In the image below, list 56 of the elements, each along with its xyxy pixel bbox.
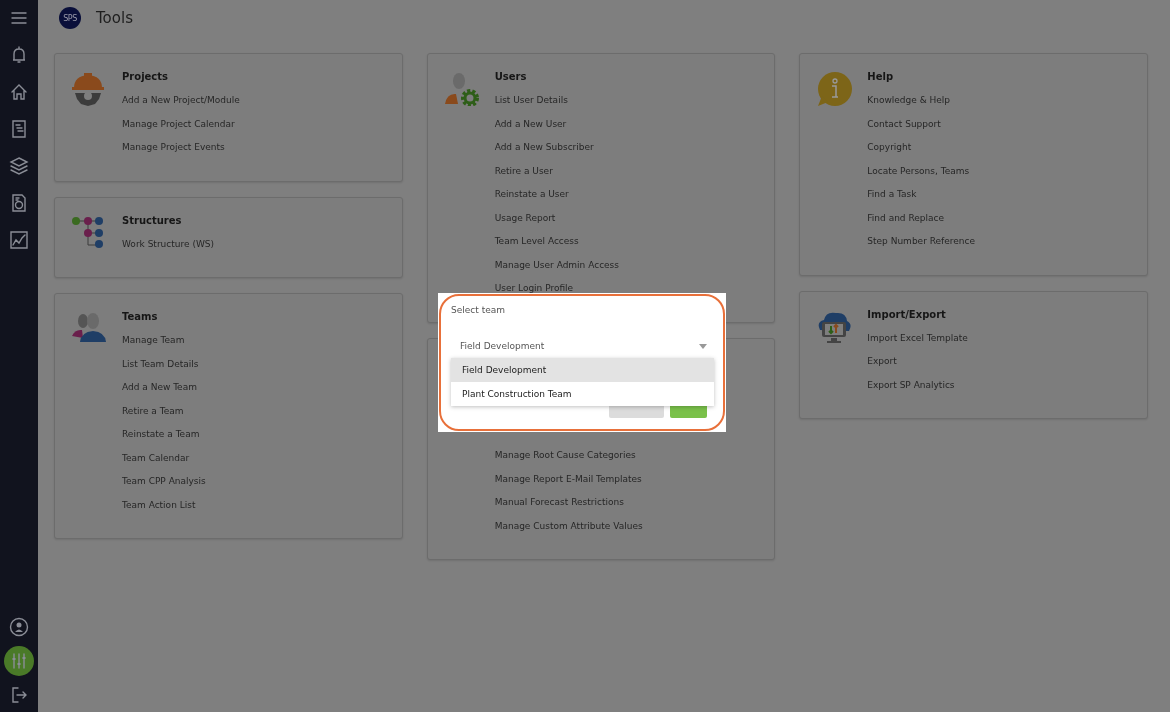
team-icon (71, 312, 107, 344)
tool-link[interactable]: Reinstate a User (494, 183, 759, 207)
tool-link[interactable]: Team Calendar (122, 446, 386, 470)
tool-link[interactable]: Usage Report (494, 206, 759, 230)
tool-link[interactable]: Add a New Project/Module (122, 89, 386, 113)
page-title: Tools (96, 9, 133, 27)
tool-link[interactable]: Work Structure (WS) (122, 232, 386, 256)
tool-link[interactable]: List Team Details (122, 352, 386, 376)
dialog-title: Select team (451, 305, 505, 315)
user-gear-icon (443, 72, 480, 106)
tool-link[interactable]: Manual Forecast Restrictions (494, 491, 759, 515)
tool-link[interactable]: Manage Root Cause Categories (494, 444, 759, 468)
tool-link[interactable]: Export SP Analytics (867, 373, 1131, 397)
tool-link[interactable]: Import Excel Template (867, 326, 1131, 350)
sliders-button[interactable] (4, 646, 34, 676)
tool-link[interactable]: Find a Task (867, 183, 1131, 207)
tool-link[interactable]: Manage Report E-Mail Templates (494, 467, 759, 491)
user-icon[interactable] (8, 616, 30, 638)
info-bubble-icon (816, 72, 853, 108)
tool-link[interactable]: Export (867, 350, 1131, 374)
line-chart-icon[interactable] (8, 229, 30, 251)
card-title: Users (494, 70, 528, 84)
tool-link[interactable]: Retire a Team (122, 399, 386, 423)
hardhat-gear-icon (71, 72, 105, 108)
sliders-icon (10, 652, 28, 670)
card-title: Import/Export (867, 307, 947, 322)
tool-link[interactable]: Manage Project Events (122, 136, 386, 160)
tool-link[interactable]: Step Number Reference (867, 230, 1131, 254)
tool-link[interactable]: Reinstate a Team (122, 423, 386, 447)
tool-link[interactable]: Add a New Subscriber (494, 136, 759, 160)
card-title: Teams (122, 310, 159, 324)
tool-link[interactable]: Manage User Admin Access (494, 253, 759, 277)
tool-link[interactable]: Locate Persons, Teams (867, 159, 1131, 183)
tool-link[interactable]: Copyright (867, 136, 1131, 160)
card-title: Help (867, 70, 895, 84)
tool-link[interactable]: Manage Custom Attribute Values (494, 514, 759, 538)
tool-link[interactable]: Add a New User (494, 112, 759, 136)
dropdown-option[interactable]: Plant Construction Team (451, 382, 714, 406)
tool-link[interactable]: Knowledge & Help (867, 89, 1131, 113)
tool-link[interactable]: Contact Support (867, 112, 1131, 136)
tool-link[interactable]: Team Action List (122, 493, 386, 517)
tool-link[interactable]: Add a New Team (122, 376, 386, 400)
tool-link[interactable]: Team Level Access (494, 230, 759, 254)
tool-link[interactable]: Find and Replace (867, 206, 1131, 230)
dropdown-option[interactable]: Field Development (451, 358, 714, 382)
tool-link[interactable]: Manage Team (122, 329, 386, 353)
tool-link[interactable]: Team CPP Analysis (122, 470, 386, 494)
caret-icon (699, 343, 707, 349)
card-title: Projects (122, 70, 169, 84)
layers-icon[interactable] (8, 155, 30, 177)
tool-link[interactable]: Retire a User (494, 159, 759, 183)
card-title: Structures (122, 213, 183, 228)
team-select[interactable]: Field Development (451, 337, 714, 355)
logo[interactable]: SPS (59, 7, 81, 29)
tool-link[interactable]: Manage Project Calendar (122, 112, 386, 136)
tool-link[interactable]: List User Details (494, 89, 759, 113)
